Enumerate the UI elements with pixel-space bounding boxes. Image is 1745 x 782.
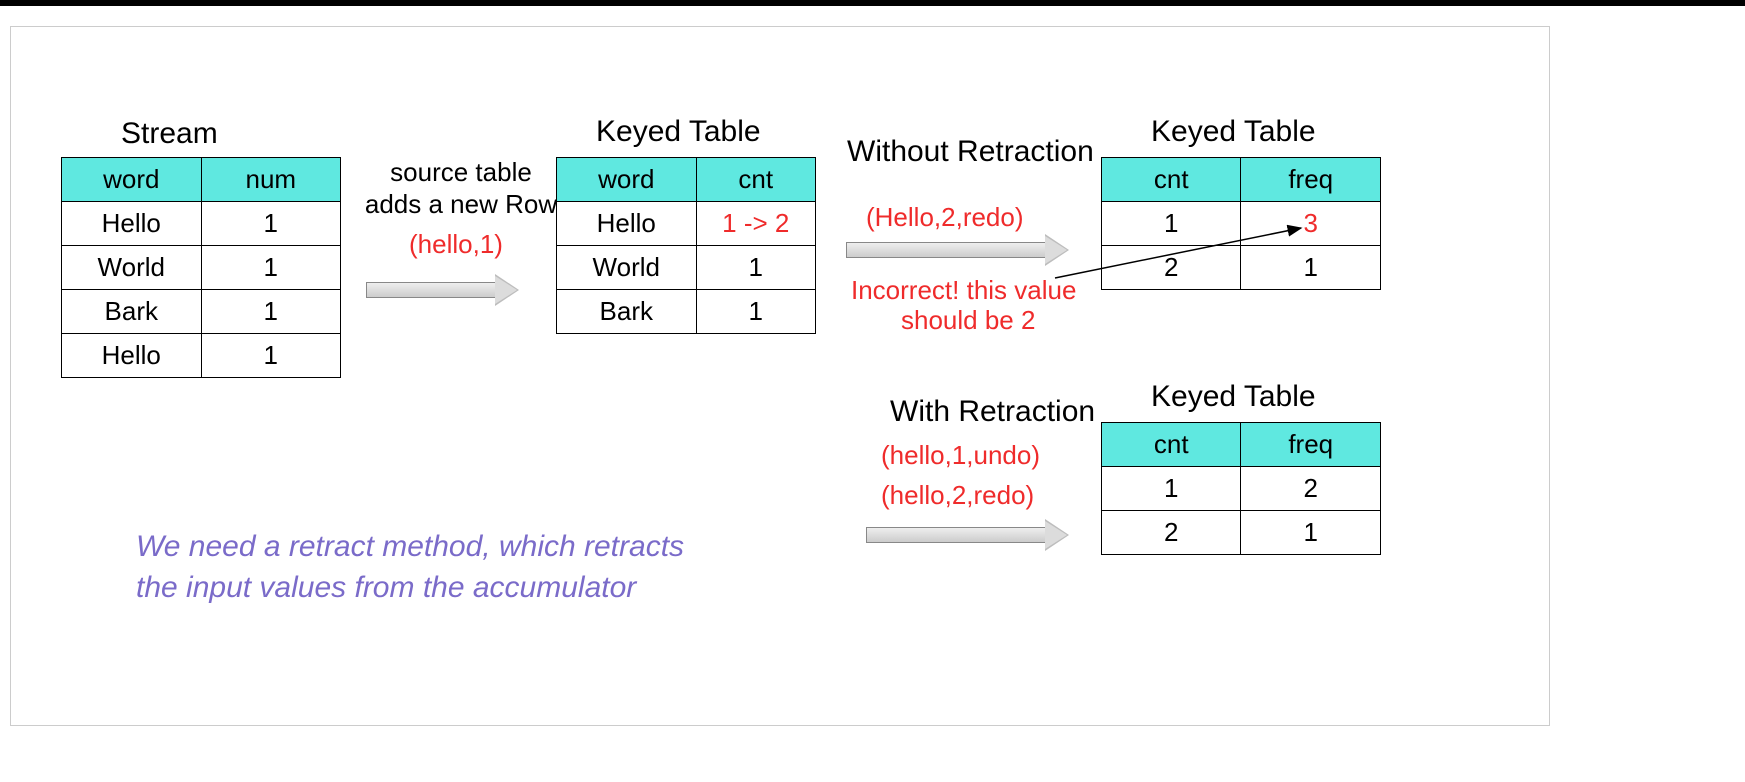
cell: Hello bbox=[62, 334, 202, 378]
table-row: World 1 bbox=[557, 246, 816, 290]
col-header: word bbox=[557, 158, 697, 202]
col-header: freq bbox=[1241, 158, 1381, 202]
footnote-line2: the input values from the accumulator bbox=[136, 571, 636, 604]
source-table-label-line2: adds a new Row bbox=[351, 189, 571, 220]
table-header-row: word cnt bbox=[557, 158, 816, 202]
table-row: Bark 1 bbox=[62, 290, 341, 334]
slide-inner: Stream Keyed Table Without Retraction Ke… bbox=[10, 26, 1550, 726]
table-row-highlighted: Hello 1 bbox=[62, 334, 341, 378]
stream-table: word num Hello 1 World 1 Bark 1 Hello 1 bbox=[61, 157, 341, 378]
cell: World bbox=[557, 246, 697, 290]
cell: 2 bbox=[1102, 511, 1241, 555]
cell: 1 bbox=[201, 290, 340, 334]
keyed-table-2-title: Keyed Table bbox=[1151, 115, 1316, 149]
cell: World bbox=[62, 246, 202, 290]
without-retraction-title: Without Retraction bbox=[847, 135, 1094, 169]
keyed-table-1: word cnt Hello 1 -> 2 World 1 Bark 1 bbox=[556, 157, 816, 334]
cell-updated: 1 -> 2 bbox=[696, 202, 815, 246]
table-row: 2 1 bbox=[1102, 511, 1381, 555]
table-header-row: cnt freq bbox=[1102, 423, 1381, 467]
source-table-label-line1: source table bbox=[371, 157, 551, 188]
stream-title: Stream bbox=[121, 117, 218, 151]
keyed-table-1-title: Keyed Table bbox=[596, 115, 761, 149]
incorrect-label-line1: Incorrect! this value bbox=[851, 275, 1076, 306]
col-header: cnt bbox=[1102, 423, 1241, 467]
with-retraction-tuple-2: (hello,2,redo) bbox=[881, 480, 1034, 511]
col-header: word bbox=[62, 158, 202, 202]
keyed-table-3: cnt freq 1 2 2 1 bbox=[1101, 422, 1381, 555]
table-row: Hello 1 bbox=[62, 202, 341, 246]
table-row: World 1 bbox=[62, 246, 341, 290]
cell: Bark bbox=[62, 290, 202, 334]
incorrect-label-line2: should be 2 bbox=[901, 305, 1035, 336]
keyed-table-3-title: Keyed Table bbox=[1151, 380, 1316, 414]
without-retraction-tuple: (Hello,2,redo) bbox=[866, 202, 1024, 233]
cell: 1 bbox=[696, 290, 815, 334]
table-header-row: cnt freq bbox=[1102, 158, 1381, 202]
cell: 1 bbox=[1102, 467, 1241, 511]
footnote-line1: We need a retract method, which retracts bbox=[136, 530, 684, 563]
footnote: We need a retract method, which retracts… bbox=[136, 527, 796, 608]
arrow-icon bbox=[866, 527, 1046, 543]
cell: 1 bbox=[696, 246, 815, 290]
table-row: 1 2 bbox=[1102, 467, 1381, 511]
table-row: Bark 1 bbox=[557, 290, 816, 334]
arrow-icon bbox=[846, 242, 1046, 258]
cell: 2 bbox=[1241, 467, 1381, 511]
cell: Hello bbox=[557, 202, 697, 246]
col-header: freq bbox=[1241, 423, 1381, 467]
cell: 1 bbox=[201, 334, 340, 378]
cell: 1 bbox=[1241, 511, 1381, 555]
cell: Bark bbox=[557, 290, 697, 334]
slide: Stream Keyed Table Without Retraction Ke… bbox=[0, 0, 1745, 782]
cell: Hello bbox=[62, 202, 202, 246]
with-retraction-tuple-1: (hello,1,undo) bbox=[881, 440, 1040, 471]
arrow-icon bbox=[366, 282, 496, 298]
new-row-tuple: (hello,1) bbox=[409, 229, 503, 260]
col-header: cnt bbox=[696, 158, 815, 202]
table-header-row: word num bbox=[62, 158, 341, 202]
table-row: Hello 1 -> 2 bbox=[557, 202, 816, 246]
col-header: num bbox=[201, 158, 340, 202]
cell: 1 bbox=[201, 246, 340, 290]
with-retraction-title: With Retraction bbox=[890, 395, 1095, 429]
cell: 1 bbox=[201, 202, 340, 246]
col-header: cnt bbox=[1102, 158, 1241, 202]
annotation-arrow-icon bbox=[1051, 222, 1311, 282]
